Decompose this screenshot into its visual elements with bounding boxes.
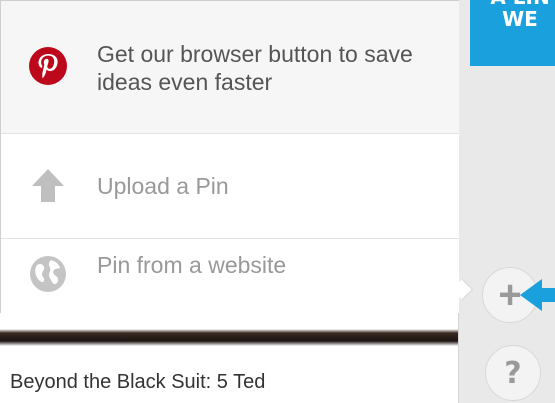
annotation-callout: A LIN WE	[470, 0, 555, 66]
menu-item-pin-from-website[interactable]: Pin from a website	[1, 239, 459, 314]
pin-image	[0, 313, 458, 348]
callout-line-2: WE	[502, 7, 538, 31]
plus-icon: +	[498, 272, 522, 317]
menu-item-label: Upload a Pin	[97, 173, 229, 199]
pinterest-logo-icon	[29, 47, 67, 85]
question-mark-icon: ?	[504, 355, 522, 391]
add-pin-menu: Get our browser button to save ideas eve…	[0, 0, 459, 313]
pin-caption: Beyond the Black Suit: 5 Ted	[10, 371, 266, 393]
menu-item-browser-button[interactable]: Get our browser button to save ideas eve…	[1, 1, 459, 134]
upload-arrow-icon	[29, 166, 67, 204]
annotation-arrow-icon	[520, 279, 542, 311]
annotation-arrow-tail	[540, 288, 555, 302]
menu-item-label: Get our browser button to save ideas eve…	[97, 41, 413, 95]
globe-icon	[29, 255, 67, 293]
menu-item-label: Pin from a website	[97, 252, 287, 278]
menu-item-upload-pin[interactable]: Upload a Pin	[1, 134, 459, 239]
help-button[interactable]: ?	[485, 345, 541, 401]
